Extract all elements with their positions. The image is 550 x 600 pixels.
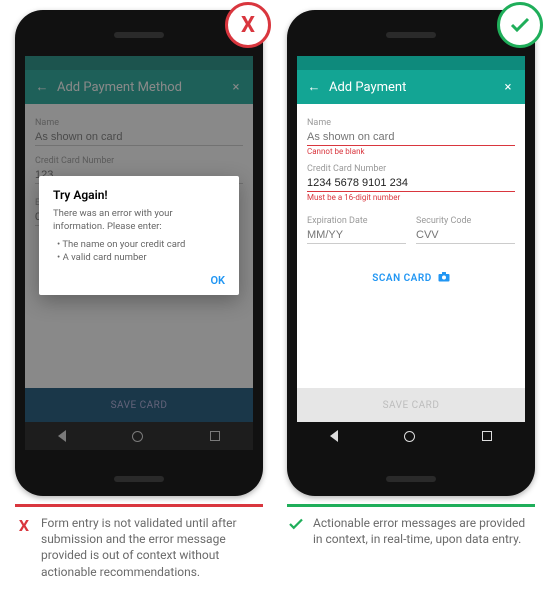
form-content: Name Cannot be blank Credit Card Number … (297, 104, 525, 388)
nav-home-icon[interactable] (404, 431, 415, 442)
bad-example-column: X ← Add Payment Method × Name Credit Car… (10, 10, 268, 580)
nav-back-icon[interactable] (330, 430, 338, 442)
screen-left: ← Add Payment Method × Name Credit Card … (25, 56, 253, 450)
dialog-list-item: The name on your credit card (57, 238, 225, 251)
nav-recent-icon[interactable] (482, 431, 492, 441)
dialog-list-item: A valid card number (57, 251, 225, 264)
good-caption: Actionable error messages are provided i… (287, 515, 535, 547)
good-badge (497, 2, 543, 48)
check-icon (287, 515, 305, 539)
error-dialog: Try Again! There was an error with your … (39, 176, 239, 295)
screen-right: ← Add Payment × Name Cannot be blank Cre… (297, 56, 525, 450)
good-underline (287, 504, 535, 507)
name-input[interactable] (307, 128, 515, 146)
save-button[interactable]: SAVE CARD (297, 388, 525, 422)
dialog-body: There was an error with your information… (53, 208, 225, 234)
dialog-ok-button[interactable]: OK (53, 274, 225, 287)
bad-caption: X Form entry is not validated until afte… (15, 515, 263, 580)
status-bar (297, 56, 525, 70)
cc-error: Must be a 16-digit number (307, 193, 515, 202)
back-icon[interactable]: ← (305, 79, 323, 95)
cc-field-label: Credit Card Number (307, 164, 515, 174)
camera-icon (438, 272, 450, 285)
sec-input[interactable] (416, 226, 515, 244)
name-error: Cannot be blank (307, 147, 515, 156)
good-example-column: ← Add Payment × Name Cannot be blank Cre… (282, 10, 540, 580)
caption-text: Actionable error messages are provided i… (313, 515, 535, 547)
app-bar: ← Add Payment × (297, 70, 525, 104)
scan-card-button[interactable]: SCAN CARD (307, 272, 515, 285)
check-icon (508, 13, 532, 37)
phone-frame-right: ← Add Payment × Name Cannot be blank Cre… (287, 10, 535, 496)
close-icon[interactable]: × (499, 80, 517, 95)
name-field-label: Name (307, 118, 515, 128)
appbar-title: Add Payment (323, 80, 499, 95)
dialog-list: The name on your credit card A valid car… (57, 238, 225, 265)
bad-underline (15, 504, 263, 507)
exp-input[interactable] (307, 226, 406, 244)
bad-badge: X (225, 2, 271, 48)
x-icon: X (15, 515, 33, 537)
caption-text: Form entry is not validated until after … (41, 515, 263, 580)
cc-input[interactable] (307, 174, 515, 192)
dialog-title: Try Again! (53, 188, 225, 202)
android-navbar (297, 422, 525, 450)
x-icon: X (241, 13, 255, 38)
sec-field-label: Security Code (416, 216, 515, 226)
exp-field-label: Expiration Date (307, 216, 406, 226)
phone-frame-left: ← Add Payment Method × Name Credit Card … (15, 10, 263, 496)
